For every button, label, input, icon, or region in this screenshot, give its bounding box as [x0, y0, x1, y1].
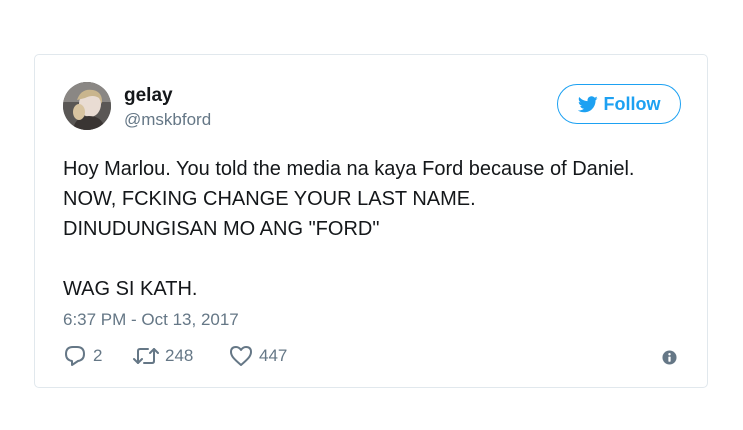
tweet-actions: 2 248 447 — [63, 344, 287, 368]
twitter-bird-icon — [577, 95, 598, 112]
follow-button[interactable]: Follow — [557, 84, 681, 124]
profile-photo-icon — [63, 82, 111, 130]
tweet-timestamp[interactable]: 6:37 PM - Oct 13, 2017 — [63, 310, 239, 330]
heart-icon — [230, 346, 252, 366]
like-button[interactable]: 447 — [229, 345, 287, 367]
display-name[interactable]: gelay — [124, 85, 173, 107]
reply-button[interactable]: 2 — [63, 345, 133, 367]
retweet-count: 248 — [165, 346, 194, 365]
info-circle-icon — [662, 350, 677, 365]
avatar[interactable] — [63, 82, 111, 130]
tweet-text: Hoy Marlou. You told the media na kaya F… — [63, 154, 693, 304]
like-count: 447 — [259, 346, 288, 365]
reply-count: 2 — [93, 346, 103, 365]
tweet-text-line: WAG SI KATH. — [63, 278, 198, 300]
retweet-icon — [133, 348, 159, 364]
tweet-text-line: DINUDUNGISAN MO ANG "FORD" — [63, 218, 380, 240]
retweet-button[interactable]: 248 — [133, 346, 229, 366]
tweet-text-line — [63, 244, 693, 274]
user-handle[interactable]: @mskbford — [124, 110, 211, 130]
tweet-text-line: NOW, FCKING CHANGE YOUR LAST NAME. — [63, 188, 476, 210]
follow-label: Follow — [603, 93, 661, 114]
reply-icon — [65, 346, 85, 366]
tweet-text-line: Hoy Marlou. You told the media na kaya F… — [63, 158, 635, 180]
tweet-card: gelay @mskbford Follow Hoy Marlou. You t… — [34, 54, 708, 388]
info-icon[interactable] — [662, 350, 677, 365]
